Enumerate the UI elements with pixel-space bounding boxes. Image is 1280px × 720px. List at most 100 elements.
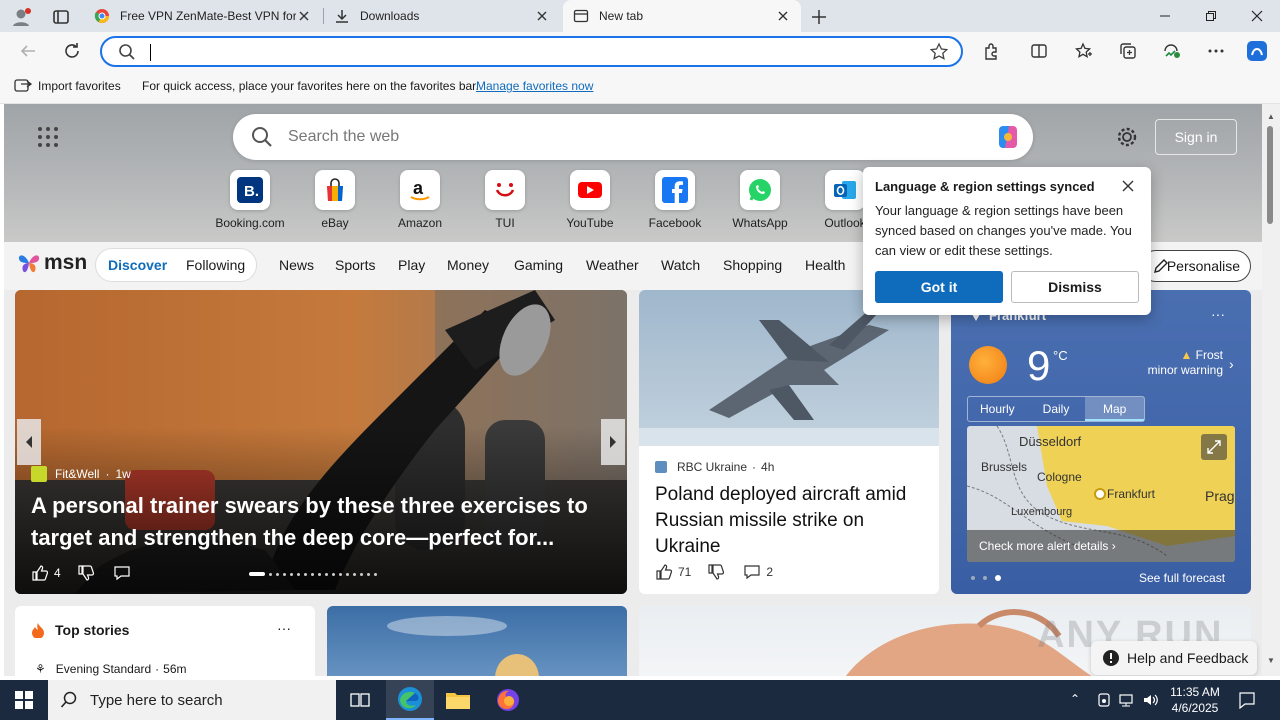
msn-logo[interactable]: msn: [16, 250, 87, 276]
quick-link-youtube[interactable]: YouTube: [548, 170, 632, 230]
show-hidden-icons-chevron[interactable]: ⌃: [1070, 692, 1080, 706]
web-search-box[interactable]: Search the web: [233, 114, 1033, 160]
comment-icon[interactable]: [113, 564, 131, 582]
more-options-icon[interactable]: ···: [277, 620, 291, 636]
tab-new-tab[interactable]: New tab: [563, 0, 801, 32]
firefox-icon[interactable]: [484, 680, 532, 720]
story-card-image[interactable]: [327, 606, 627, 676]
nav-sports[interactable]: Sports: [335, 257, 375, 273]
tab-actions-icon[interactable]: [50, 6, 72, 28]
new-tab-button[interactable]: [808, 6, 830, 28]
quick-link-ebay[interactable]: eBay: [293, 170, 377, 230]
weather-more-icon[interactable]: ···: [1211, 306, 1225, 322]
volume-icon[interactable]: [1142, 692, 1160, 708]
see-full-forecast-link[interactable]: See full forecast: [1139, 571, 1225, 585]
scroll-down-arrow[interactable]: ▼: [1267, 656, 1275, 665]
device-icon[interactable]: [1096, 692, 1112, 708]
copilot-search-icon[interactable]: [993, 122, 1023, 152]
quick-link-facebook[interactable]: Facebook: [633, 170, 717, 230]
close-window-button[interactable]: [1234, 0, 1280, 32]
taskbar-search-box[interactable]: Type here to search: [48, 680, 336, 720]
personalise-button[interactable]: Personalise: [1140, 250, 1251, 282]
weather-map[interactable]: Düsseldorf Brussels Cologne Frankfurt Lu…: [967, 426, 1235, 562]
collections-icon[interactable]: [1116, 39, 1140, 63]
page-scrollbar[interactable]: ▲ ▼: [1262, 104, 1280, 676]
manage-favorites-link[interactable]: Manage favorites now: [476, 79, 593, 93]
browser-essentials-icon[interactable]: [1160, 39, 1184, 63]
close-tab-icon[interactable]: [296, 8, 312, 24]
tab-hourly[interactable]: Hourly: [968, 397, 1027, 421]
quick-link-label: Booking.com: [215, 216, 285, 230]
expand-map-icon[interactable]: [1201, 434, 1227, 460]
dismiss-button[interactable]: Dismiss: [1011, 271, 1139, 303]
chevron-right-icon[interactable]: ›: [1229, 356, 1234, 372]
weather-card[interactable]: Frankfurt ··· 9 °C ▲ Frost minor warning…: [951, 290, 1251, 594]
scroll-thumb[interactable]: [1267, 126, 1273, 224]
tab-downloads[interactable]: Downloads: [324, 0, 560, 32]
close-tab-icon[interactable]: [534, 8, 550, 24]
start-button[interactable]: [0, 680, 48, 720]
split-screen-icon[interactable]: [1027, 39, 1051, 63]
carousel-prev-button[interactable]: [17, 419, 41, 465]
task-view-icon[interactable]: [336, 680, 384, 720]
close-icon[interactable]: [1122, 180, 1134, 192]
back-icon[interactable]: [16, 39, 40, 63]
nav-watch[interactable]: Watch: [661, 257, 700, 273]
article-headline[interactable]: A personal trainer swears by these three…: [31, 490, 617, 554]
help-feedback-button[interactable]: Help and Feedback: [1091, 641, 1257, 675]
address-bar[interactable]: [100, 36, 963, 67]
minimize-button[interactable]: [1142, 0, 1188, 32]
article-headline[interactable]: Poland deployed aircraft amid Russian mi…: [655, 482, 925, 560]
dislike-icon[interactable]: [77, 564, 95, 582]
got-it-button[interactable]: Got it: [875, 271, 1003, 303]
apps-launcher-icon[interactable]: [37, 126, 59, 148]
like-icon[interactable]: [31, 564, 49, 582]
favorite-star-icon[interactable]: [929, 42, 949, 62]
file-explorer-icon[interactable]: [434, 680, 482, 720]
carousel-next-button[interactable]: [601, 419, 625, 465]
profile-icon[interactable]: [10, 6, 32, 28]
tab-zenmate[interactable]: Free VPN ZenMate-Best VPN for: [84, 0, 322, 32]
edge-taskbar-icon[interactable]: [386, 680, 434, 720]
windows-logo-icon: [15, 691, 33, 709]
quick-link-tui[interactable]: TUI: [463, 170, 547, 230]
comment-icon[interactable]: [743, 563, 761, 581]
notifications-icon[interactable]: [1238, 691, 1256, 709]
like-icon[interactable]: [655, 563, 673, 581]
favorites-icon[interactable]: [1072, 39, 1096, 63]
hero-article-card[interactable]: Fit&Well · 1w A personal trainer swears …: [15, 290, 627, 594]
nav-money[interactable]: Money: [447, 257, 489, 273]
nav-weather[interactable]: Weather: [586, 257, 639, 273]
tab-map[interactable]: Map: [1085, 397, 1145, 421]
news-article-card[interactable]: RBC Ukraine · 4h Poland deployed aircraf…: [639, 290, 939, 594]
address-input[interactable]: [148, 42, 908, 62]
refresh-icon[interactable]: [60, 39, 84, 63]
quick-link-whatsapp[interactable]: WhatsApp: [718, 170, 802, 230]
restore-button[interactable]: [1188, 0, 1234, 32]
tab-discover[interactable]: Discover: [108, 257, 167, 273]
alert-details-link[interactable]: Check more alert details ›: [967, 530, 1235, 562]
dislike-icon[interactable]: [707, 563, 725, 581]
copilot-icon[interactable]: [1245, 39, 1269, 63]
sign-in-button[interactable]: Sign in: [1155, 119, 1237, 155]
network-icon[interactable]: [1118, 692, 1134, 708]
flame-icon: [31, 622, 45, 638]
quick-link-booking[interactable]: B. Booking.com: [208, 170, 292, 230]
nav-shopping[interactable]: Shopping: [723, 257, 782, 273]
import-favorites-icon[interactable]: [14, 78, 32, 94]
nav-health[interactable]: Health: [805, 257, 845, 273]
extensions-icon[interactable]: [979, 39, 1003, 63]
system-clock[interactable]: 11:35 AM 4/6/2025: [1165, 684, 1225, 716]
tab-daily[interactable]: Daily: [1027, 397, 1086, 421]
close-tab-icon[interactable]: [775, 8, 791, 24]
import-favorites-button[interactable]: Import favorites: [38, 79, 121, 93]
scroll-up-arrow[interactable]: ▲: [1267, 112, 1275, 121]
nav-news[interactable]: News: [279, 257, 314, 273]
weather-warning[interactable]: ▲ Frost minor warning: [1137, 348, 1223, 378]
page-settings-gear-icon[interactable]: [1116, 126, 1138, 148]
more-menu-icon[interactable]: [1204, 39, 1228, 63]
quick-link-amazon[interactable]: a Amazon: [378, 170, 462, 230]
tab-following[interactable]: Following: [186, 257, 245, 273]
nav-play[interactable]: Play: [398, 257, 425, 273]
nav-gaming[interactable]: Gaming: [514, 257, 563, 273]
